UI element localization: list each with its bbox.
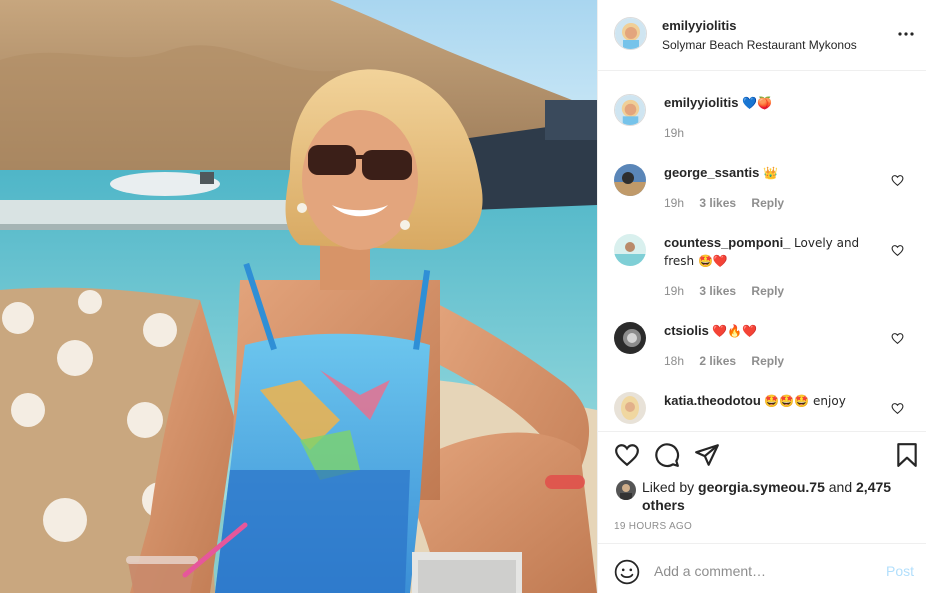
like-comment-heart-icon[interactable]: [891, 332, 904, 345]
liked-by-prefix: Liked by: [642, 479, 695, 495]
beach-photo-illustration: [0, 0, 597, 593]
caption-text: 💙🍑: [742, 96, 772, 110]
comment-text: 🤩🤩🤩 enjoy: [764, 394, 846, 408]
post-location[interactable]: Solymar Beach Restaurant Mykonos: [662, 38, 857, 52]
post-comment-button[interactable]: Post: [886, 563, 914, 579]
add-comment-bar: Post: [598, 543, 926, 593]
comment-time[interactable]: 18h: [664, 354, 684, 368]
comment-time[interactable]: 19h: [664, 196, 684, 210]
like-heart-icon[interactable]: [614, 442, 640, 468]
post-timestamp[interactable]: 19 HOURS AGO: [614, 521, 692, 532]
comment-username[interactable]: ctsiolis: [664, 323, 709, 338]
reply-button[interactable]: Reply: [751, 354, 784, 368]
author-avatar[interactable]: [614, 17, 647, 50]
emoji-smile-icon[interactable]: [614, 559, 640, 585]
commenter-avatar[interactable]: [614, 234, 646, 266]
like-comment-heart-icon[interactable]: [891, 174, 904, 187]
comment-likes[interactable]: 3 likes: [699, 284, 736, 298]
comment-likes[interactable]: 2 likes: [699, 354, 736, 368]
liked-by-and: and: [828, 479, 853, 495]
comments-list[interactable]: emilyyiolitis 💙🍑 19h george_ssantis 👑 19…: [598, 72, 926, 430]
caption-author-avatar[interactable]: [614, 94, 646, 126]
post-side-panel: emilyyiolitis Solymar Beach Restaurant M…: [597, 0, 926, 593]
comment-bubble-icon[interactable]: [654, 442, 680, 468]
post-header: emilyyiolitis Solymar Beach Restaurant M…: [598, 0, 926, 71]
liker-avatar[interactable]: [616, 480, 636, 500]
post-photo[interactable]: [0, 0, 597, 593]
reply-button[interactable]: Reply: [751, 284, 784, 298]
comment-time[interactable]: 19h: [664, 284, 684, 298]
commenter-avatar[interactable]: [614, 322, 646, 354]
comment-username[interactable]: countess_pomponi_: [664, 235, 790, 250]
commenter-avatar[interactable]: [614, 164, 646, 196]
post-actions: Liked by georgia.symeou.75 and 2,475 oth…: [598, 431, 926, 543]
comment-input[interactable]: [654, 558, 874, 584]
comment-text: 👑: [763, 166, 778, 180]
author-username[interactable]: emilyyiolitis: [662, 18, 736, 33]
comment-likes[interactable]: 3 likes: [699, 196, 736, 210]
commenter-avatar[interactable]: [614, 392, 646, 424]
share-send-icon[interactable]: [694, 442, 720, 468]
save-bookmark-icon[interactable]: [894, 442, 920, 468]
caption-username[interactable]: emilyyiolitis: [664, 95, 738, 110]
comment-username[interactable]: katia.theodotou: [664, 393, 761, 408]
like-comment-heart-icon[interactable]: [891, 402, 904, 415]
comment-username[interactable]: george_ssantis: [664, 165, 759, 180]
caption-time[interactable]: 19h: [664, 126, 684, 140]
more-options-icon[interactable]: [898, 26, 914, 42]
comment-text: ❤️🔥❤️: [712, 324, 758, 338]
reply-button[interactable]: Reply: [751, 196, 784, 210]
like-comment-heart-icon[interactable]: [891, 244, 904, 257]
liked-by-user[interactable]: georgia.symeou.75: [698, 479, 825, 495]
